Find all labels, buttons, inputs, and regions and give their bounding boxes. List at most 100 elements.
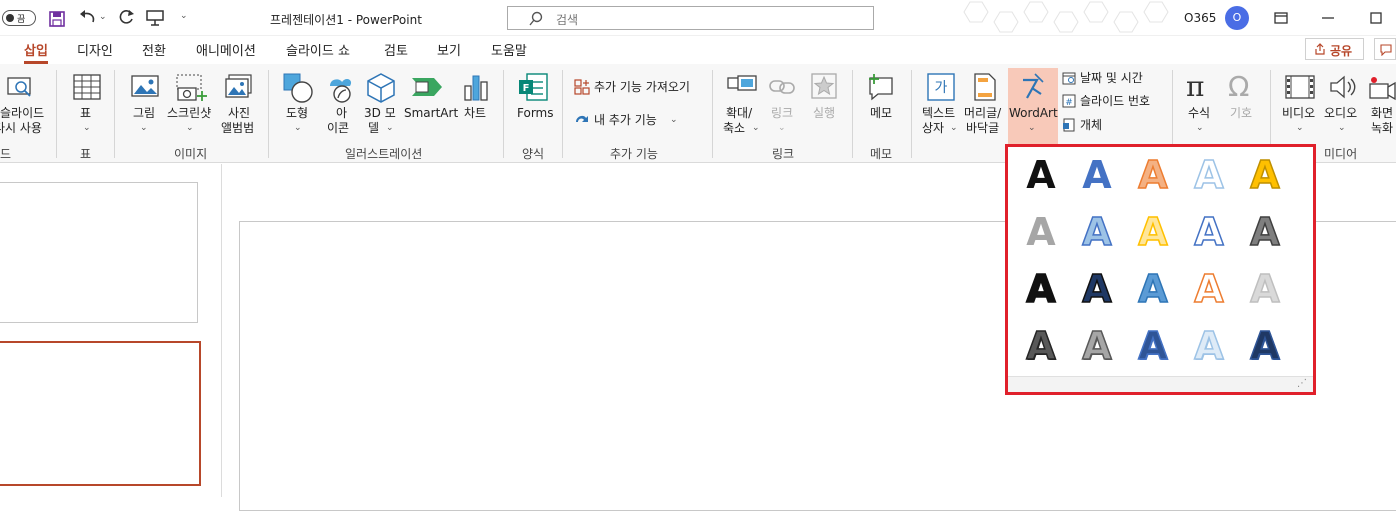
forms-icon[interactable]: F	[517, 72, 549, 102]
forms-label[interactable]: Forms	[517, 106, 553, 121]
slide-number-label[interactable]: 슬라이드 번호	[1080, 94, 1150, 109]
picture-dropdown-icon[interactable]: ⌄	[140, 121, 148, 136]
tab-design[interactable]: 디자인	[77, 40, 113, 59]
get-addins-icon[interactable]	[574, 79, 590, 95]
wordart-style-19[interactable]: A	[1184, 321, 1234, 371]
wordart-style-8[interactable]: A	[1128, 207, 1178, 257]
screenshot-label[interactable]: 스크린샷	[167, 106, 211, 121]
picture-icon[interactable]	[130, 73, 160, 101]
link-icon[interactable]	[768, 76, 798, 98]
date-time-label[interactable]: 날짜 및 시간	[1080, 71, 1143, 86]
maximize-icon[interactable]	[1368, 10, 1384, 26]
smartart-icon[interactable]	[410, 74, 444, 100]
wordart-style-15[interactable]: A	[1240, 264, 1290, 314]
photo-album-icon[interactable]	[224, 73, 254, 101]
link-label[interactable]: 링크	[771, 106, 793, 121]
my-addins-dropdown-icon[interactable]: ⌄	[670, 113, 678, 128]
textbox-dropdown-icon[interactable]: ⌄	[950, 121, 958, 136]
zoom-dropdown-icon[interactable]: ⌄	[752, 121, 760, 136]
3d-model-label[interactable]: 3D 모	[364, 106, 396, 121]
screenshot-icon[interactable]	[174, 73, 208, 103]
zoom-icon[interactable]	[726, 74, 758, 100]
get-addins-label[interactable]: 추가 기능 가져오기	[594, 80, 690, 95]
undo-dropdown-icon[interactable]: ⌄	[99, 12, 107, 22]
video-dropdown-icon[interactable]: ⌄	[1296, 121, 1304, 136]
symbol-label[interactable]: 기호	[1230, 106, 1252, 121]
icons-icon[interactable]	[324, 72, 356, 104]
audio-dropdown-icon[interactable]: ⌄	[1338, 121, 1346, 136]
wordart-style-18[interactable]: A	[1128, 321, 1178, 371]
3d-model-icon[interactable]	[365, 72, 397, 104]
wordart-style-5[interactable]: A	[1240, 150, 1290, 200]
ribbon-display-icon[interactable]	[1273, 10, 1289, 26]
icons-label-2[interactable]: 이콘	[327, 121, 349, 136]
my-addins-label[interactable]: 내 추가 기능	[594, 113, 657, 128]
zoom-label-2[interactable]: 축소	[723, 121, 745, 136]
3d-model-label-2[interactable]: 델	[368, 121, 379, 136]
undo-icon[interactable]	[78, 9, 98, 27]
photo-album-label-2[interactable]: 앨범범	[221, 121, 254, 136]
tab-transitions[interactable]: 전환	[142, 40, 166, 59]
textbox-icon[interactable]: 가	[926, 72, 956, 102]
search-box[interactable]: 검색	[507, 6, 874, 30]
textbox-label-2[interactable]: 상자	[922, 121, 944, 136]
smartart-label[interactable]: SmartArt	[404, 106, 458, 121]
header-footer-icon[interactable]	[972, 72, 998, 102]
my-addins-icon[interactable]	[574, 112, 590, 128]
reuse-slides-label-2[interactable]: 다시 사용	[0, 121, 42, 136]
textbox-label[interactable]: 텍스트	[922, 106, 955, 121]
avatar[interactable]: O	[1225, 6, 1249, 30]
object-icon[interactable]	[1062, 118, 1076, 132]
video-label[interactable]: 비디오	[1282, 106, 1315, 121]
screen-recording-label-2[interactable]: 녹화	[1371, 121, 1393, 136]
video-icon[interactable]	[1284, 74, 1316, 100]
wordart-style-11[interactable]: A	[1016, 264, 1066, 314]
shapes-icon[interactable]	[282, 72, 314, 104]
tab-review[interactable]: 검토	[384, 40, 408, 59]
redo-icon[interactable]	[116, 9, 136, 27]
object-label[interactable]: 개체	[1080, 118, 1102, 133]
screenshot-dropdown-icon[interactable]: ⌄	[186, 121, 194, 136]
slide-thumbnail-selected[interactable]	[0, 341, 201, 486]
account-label[interactable]: O365	[1184, 11, 1216, 25]
new-comment-label[interactable]: 메모	[870, 106, 892, 121]
screen-recording-icon[interactable]	[1368, 76, 1396, 102]
tab-view[interactable]: 보기	[437, 40, 461, 59]
tab-insert[interactable]: 삽입	[24, 40, 48, 64]
picture-label[interactable]: 그림	[133, 106, 155, 121]
table-label[interactable]: 표	[80, 106, 91, 121]
chart-label[interactable]: 차트	[464, 106, 486, 121]
audio-label[interactable]: 오디오	[1324, 106, 1357, 121]
tab-slideshow[interactable]: 슬라이드 쇼	[286, 40, 350, 59]
header-footer-label[interactable]: 머리글/	[964, 106, 1001, 121]
reuse-slides-icon[interactable]	[6, 74, 34, 102]
resize-grip-icon[interactable]: ⋰	[1297, 378, 1307, 389]
equation-dropdown-icon[interactable]: ⌄	[1196, 121, 1204, 136]
comments-button[interactable]	[1374, 38, 1396, 60]
date-time-icon[interactable]	[1062, 71, 1076, 85]
icons-label[interactable]: 아	[336, 106, 347, 121]
autosave-toggle[interactable]: 끔	[2, 10, 36, 26]
zoom-label[interactable]: 확대/	[726, 106, 752, 121]
wordart-style-12[interactable]: A	[1072, 264, 1122, 314]
tab-help[interactable]: 도움말	[491, 40, 527, 59]
symbol-icon[interactable]: Ω	[1228, 70, 1249, 103]
wordart-style-7[interactable]: A	[1072, 207, 1122, 257]
chart-icon[interactable]	[462, 72, 490, 102]
new-comment-icon[interactable]	[866, 72, 896, 102]
customize-toolbar-icon[interactable]: ⌄	[180, 11, 188, 21]
wordart-style-16[interactable]: A	[1016, 321, 1066, 371]
wordart-style-17[interactable]: A	[1072, 321, 1122, 371]
audio-icon[interactable]	[1328, 74, 1358, 100]
wordart-style-1[interactable]: A	[1016, 150, 1066, 200]
table-icon[interactable]	[72, 73, 102, 101]
wordart-style-3[interactable]: A	[1128, 150, 1178, 200]
wordart-style-2[interactable]: A	[1072, 150, 1122, 200]
screen-recording-label[interactable]: 화면	[1371, 106, 1393, 121]
slide-thumbnail[interactable]	[0, 182, 198, 323]
shapes-dropdown-icon[interactable]: ⌄	[294, 121, 302, 136]
shapes-label[interactable]: 도형	[286, 106, 308, 121]
share-button[interactable]: 공유	[1305, 38, 1364, 60]
minimize-icon[interactable]	[1320, 10, 1336, 26]
link-dropdown-icon[interactable]: ⌄	[778, 121, 786, 136]
